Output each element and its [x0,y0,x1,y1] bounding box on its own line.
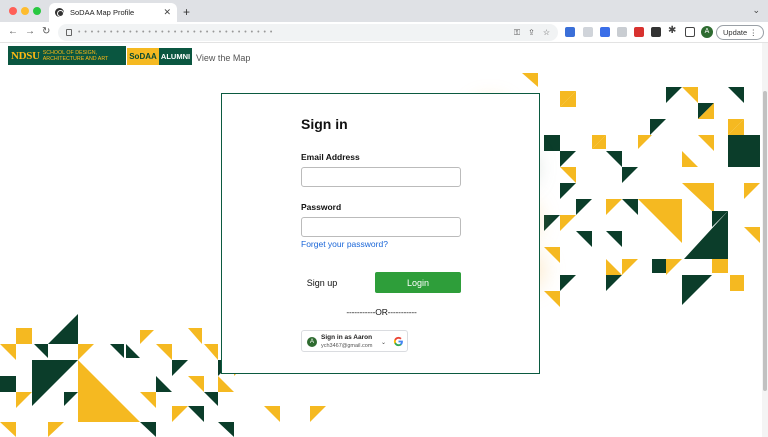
browser-tab-strip: SoDAA Map Profile ✕ + ⌄ [0,0,768,22]
or-separator: -----------OR----------- [346,307,417,317]
tab-search-icon[interactable]: ⌄ [752,5,760,16]
email-field[interactable] [301,167,461,187]
sodaa-logo[interactable]: SoDAA [127,48,159,65]
google-account-avatar: A [307,337,317,347]
reload-icon[interactable]: ↻ [42,26,50,37]
tab-title: SoDAA Map Profile [70,8,135,17]
browser-toolbar: ← → ↻ • • • • • • • • • • • • • • • • • … [0,22,768,43]
profile-avatar[interactable]: A [701,26,713,38]
site-header: NDSU SCHOOL OF DESIGN, ARCHITECTURE AND … [0,43,762,73]
sign-in-card: Sign in Email Address Password Forget yo… [221,93,540,374]
google-account-email: ych3467@gmail.com [321,343,373,349]
more-menu-icon: ⋮ [749,28,758,37]
browser-tab[interactable]: SoDAA Map Profile ✕ [49,3,177,22]
extension-red-icon[interactable] [634,27,644,37]
site-favicon-icon [55,8,64,17]
forward-arrow-icon[interactable]: → [25,26,35,37]
lock-icon [66,29,72,36]
extension-icon[interactable] [583,27,593,37]
sign-up-button[interactable]: Sign up [302,276,342,290]
view-map-link[interactable]: View the Map [196,53,250,63]
address-bar[interactable]: • • • • • • • • • • • • • • • • • • • • … [58,24,558,41]
password-label: Password [301,202,342,212]
sign-in-title: Sign in [301,116,348,132]
update-button[interactable]: Update ⋮ [716,25,764,40]
alumni-logo[interactable]: ALUMNI [159,48,192,65]
extension-new-icon[interactable] [565,27,575,37]
ndsu-subtitle: SCHOOL OF DESIGN, ARCHITECTURE AND ART [43,50,109,62]
google-sign-in-button[interactable]: A Sign in as Aaron ych3467@gmail.com ⌄ [301,330,408,352]
sidebar-toggle-icon[interactable] [685,27,695,37]
google-logo-icon [393,336,403,347]
maximize-window-button[interactable] [33,7,41,15]
google-account-name: Sign in as Aaron [321,334,373,341]
address-url: • • • • • • • • • • • • • • • • • • • • … [78,29,274,36]
ndsu-logo[interactable]: NDSU SCHOOL OF DESIGN, ARCHITECTURE AND … [8,46,126,65]
close-window-button[interactable] [9,7,17,15]
tab-close-icon[interactable]: ✕ [163,7,171,18]
key-icon[interactable]: ⚿ [514,28,520,38]
extension-pen-icon[interactable] [600,27,610,37]
page-scrollbar[interactable] [762,43,768,437]
chevron-down-icon[interactable]: ⌄ [381,339,386,346]
email-label: Email Address [301,152,360,162]
password-field[interactable] [301,217,461,237]
update-label: Update [723,28,748,37]
puzzle-extensions-icon[interactable]: ✱ [668,25,678,36]
minimize-window-button[interactable] [21,7,29,15]
bookmark-star-icon[interactable]: ☆ [543,28,550,37]
new-tab-icon[interactable]: + [183,5,190,19]
forget-password-link[interactable]: Forget your password? [301,239,388,249]
scrollbar-thumb[interactable] [763,91,767,391]
back-arrow-icon[interactable]: ← [8,26,18,37]
login-button[interactable]: Login [375,272,461,293]
share-icon[interactable]: ⇪ [528,28,535,37]
notion-icon[interactable] [651,27,661,37]
ndsu-subtitle-line2: ARCHITECTURE AND ART [42,55,109,62]
extension-doc-icon[interactable] [617,27,627,37]
ndsu-wordmark: NDSU [11,49,40,62]
